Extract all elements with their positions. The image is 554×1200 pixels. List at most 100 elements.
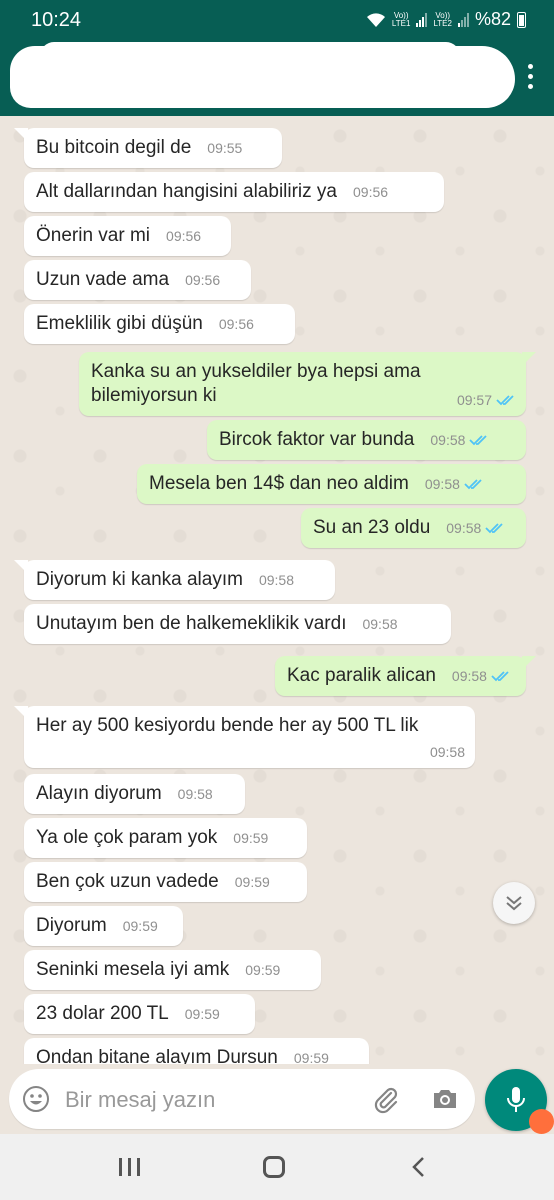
scroll-to-bottom-button[interactable]	[493, 882, 535, 924]
incoming-message[interactable]: Diyorum ki kanka alayım 09:58	[24, 560, 335, 600]
message-time: 09:59	[245, 958, 280, 982]
message-text: Su an 23 oldu	[313, 517, 431, 538]
camera-icon[interactable]	[431, 1085, 459, 1113]
wifi-icon	[366, 12, 385, 27]
message-text: Ya ole çok param yok	[36, 827, 218, 848]
incoming-message[interactable]: Her ay 500 kesiyordu bende her ay 500 TL…	[24, 706, 475, 768]
message-time: 09:59	[185, 1002, 220, 1026]
message-time: 09:59	[235, 870, 270, 894]
message-input[interactable]: Bir mesaj yazın	[65, 1087, 215, 1113]
message-timestamp: 09:58	[430, 432, 466, 448]
outgoing-message[interactable]: Mesela ben 14$ dan neo aldim 09:58	[137, 464, 526, 504]
sim1-indicator: Vo)) LTE1	[391, 11, 411, 28]
message-time: 09:58	[178, 782, 213, 806]
message-timestamp: 09:56	[218, 316, 254, 332]
outgoing-message[interactable]: Kac paralik alican 09:58	[275, 656, 526, 696]
incoming-message[interactable]: Diyorum 09:59	[24, 906, 183, 946]
message-timestamp: 09:59	[245, 962, 281, 978]
bubble-tail	[522, 352, 536, 366]
incoming-message[interactable]: Ondan bitane alayım Dursun 09:59	[24, 1038, 369, 1064]
message-time: 09:56	[219, 312, 254, 336]
sim2-indicator: Vo)) LTE2	[433, 11, 452, 28]
battery-percent: %82	[474, 9, 511, 29]
message-text: Mesela ben 14$ dan neo aldim	[149, 473, 409, 494]
sim2-label: LTE2	[433, 18, 452, 28]
message-timestamp: 09:58	[451, 668, 487, 684]
incoming-message[interactable]: Emeklilik gibi düşün 09:56	[24, 304, 295, 344]
message-time: 09:58	[430, 740, 465, 764]
read-ticks-icon	[469, 435, 488, 446]
incoming-message[interactable]: Unutayım ben de halkemeklikik vardı 09:58	[24, 604, 451, 644]
battery-icon	[517, 11, 526, 28]
message-time: 09:59	[294, 1046, 329, 1064]
incoming-message[interactable]: Uzun vade ama 09:56	[24, 260, 251, 300]
message-time: 09:55	[207, 136, 242, 160]
message-text: Bu bitcoin degil de	[36, 137, 192, 158]
message-text: Kac paralik alican	[287, 665, 436, 686]
incoming-message[interactable]: Ya ole çok param yok 09:59	[24, 818, 307, 858]
message-text: Önerin var mi	[36, 225, 151, 246]
message-timestamp: 09:59	[293, 1050, 329, 1064]
read-ticks-icon	[491, 671, 509, 682]
message-time: 09:56	[353, 180, 388, 204]
microphone-icon	[507, 1087, 525, 1112]
message-text: Her ay 500 kesiyordu bende her ay 500 TL…	[36, 715, 419, 736]
message-time: 09:58	[446, 516, 505, 540]
message-time: 09:58	[259, 568, 294, 592]
message-text: Bircok faktor var bunda	[219, 429, 415, 450]
read-ticks-icon	[464, 479, 482, 490]
status-icons: Vo)) LTE1 Vo)) LTE2 %82	[366, 9, 526, 30]
home-icon[interactable]	[263, 1156, 285, 1178]
status-time: 10:24	[31, 9, 82, 31]
message-timestamp: 09:56	[353, 184, 389, 200]
recent-apps-icon[interactable]	[119, 1158, 141, 1176]
message-timestamp: 09:59	[233, 830, 269, 846]
message-timestamp: 09:59	[122, 918, 158, 934]
sim1-label: LTE1	[391, 18, 411, 28]
read-ticks-icon	[485, 523, 503, 534]
message-time: 09:59	[123, 914, 158, 938]
message-timestamp: 09:58	[177, 786, 213, 802]
incoming-message[interactable]: Önerin var mi 09:56	[24, 216, 231, 256]
bubble-tail	[522, 656, 536, 670]
message-text: Alt dallarından hangisini alabiliriz ya	[36, 181, 338, 202]
incoming-message[interactable]: Bu bitcoin degil de 09:55	[24, 128, 282, 168]
message-time: 09:58	[362, 612, 397, 636]
bubble-tail	[14, 128, 28, 142]
incoming-message[interactable]: Alayın diyorum 09:58	[24, 774, 245, 814]
message-timestamp: 09:58	[258, 572, 294, 588]
message-time: 09:58	[452, 664, 511, 688]
message-text: 23 dolar 200 TL	[36, 1003, 169, 1024]
emoji-icon[interactable]	[22, 1085, 50, 1113]
message-time: 09:56	[185, 268, 220, 292]
message-input-bar[interactable]: Bir mesaj yazın	[9, 1069, 475, 1129]
incoming-message[interactable]: Alt dallarından hangisini alabiliriz ya 0…	[24, 172, 444, 212]
signal-2-icon	[457, 12, 469, 27]
message-text: Ben çok uzun vadede	[36, 871, 219, 892]
message-text: Ondan bitane alayım Dursun	[36, 1047, 278, 1064]
attach-icon[interactable]	[371, 1084, 401, 1114]
overlay-badge-icon[interactable]	[529, 1109, 554, 1134]
incoming-message[interactable]: Seninki mesela iyi amk 09:59	[24, 950, 321, 990]
message-timestamp: 09:59	[184, 1006, 220, 1022]
incoming-message[interactable]: Ben çok uzun vadede 09:59	[24, 862, 307, 902]
redacted-contact-area-top	[40, 42, 460, 70]
message-timestamp: 09:58	[424, 476, 460, 492]
outgoing-message[interactable]: Su an 23 oldu 09:58	[301, 508, 526, 548]
chat-header	[0, 42, 554, 116]
incoming-message[interactable]: 23 dolar 200 TL 09:59	[24, 994, 255, 1034]
signal-1-icon	[416, 12, 428, 27]
more-options-icon[interactable]	[528, 64, 534, 89]
message-timestamp: 09:58	[446, 520, 482, 536]
double-chevron-down-icon	[506, 896, 522, 911]
message-text: Alayın diyorum	[36, 783, 162, 804]
message-text: Unutayım ben de halkemeklikik vardı	[36, 613, 347, 634]
outgoing-message[interactable]: Bircok faktor var bunda 09:58	[207, 420, 526, 460]
message-timestamp: 09:56	[166, 228, 202, 244]
message-text: Diyorum ki kanka alayım	[36, 569, 243, 590]
message-list[interactable]: Bu bitcoin degil de 09:55 Alt dallarından …	[0, 116, 554, 1064]
outgoing-message[interactable]: Kanka su an yukseldiler bya hepsi ama bi…	[79, 352, 526, 416]
back-icon[interactable]	[409, 1156, 429, 1178]
message-timestamp: 09:57	[456, 392, 492, 408]
message-text: Uzun vade ama	[36, 269, 170, 290]
